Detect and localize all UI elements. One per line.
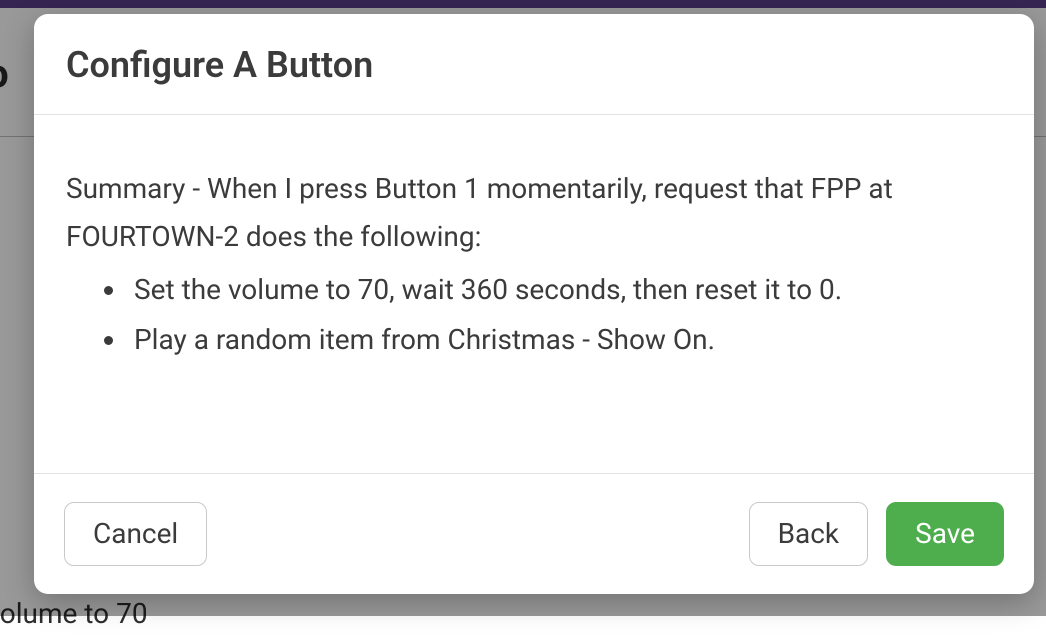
summary-list: Set the volume to 70, wait 360 seconds, … — [66, 266, 998, 363]
save-button[interactable]: Save — [886, 502, 1004, 566]
summary-item: Set the volume to 70, wait 360 seconds, … — [128, 266, 998, 314]
modal-title: Configure A Button — [66, 44, 1002, 86]
configure-button-modal: Configure A Button Summary - When I pres… — [34, 14, 1034, 594]
modal-body: Summary - When I press Button 1 momentar… — [34, 115, 1034, 473]
summary-item: Play a random item from Christmas - Show… — [128, 316, 998, 364]
back-button[interactable]: Back — [749, 502, 869, 566]
summary-intro-text: Summary - When I press Button 1 momentar… — [66, 165, 998, 260]
modal-footer: Cancel Back Save — [34, 473, 1034, 594]
modal-header: Configure A Button — [34, 14, 1034, 115]
cancel-button[interactable]: Cancel — [64, 502, 207, 566]
